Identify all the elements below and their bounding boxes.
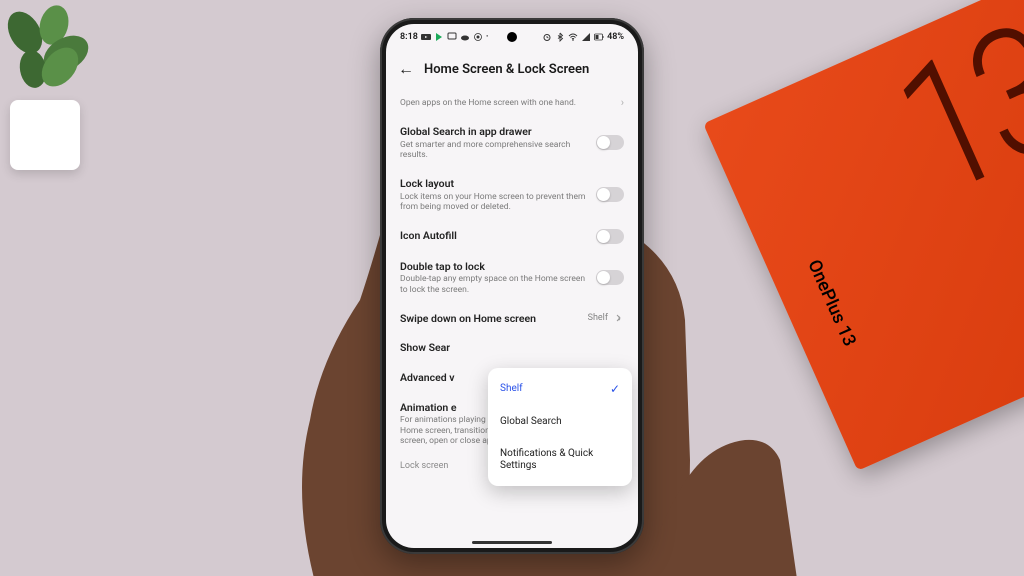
setting-lock-layout[interactable]: Lock layout Lock items on your Home scre… <box>400 169 624 221</box>
dropdown-option-label: Shelf <box>500 383 523 395</box>
youtube-icon <box>421 32 431 42</box>
setting-swipe-down[interactable]: Swipe down on Home screen Shelf <box>400 304 624 334</box>
status-battery: 48% <box>607 32 624 42</box>
chevron-right-icon: › <box>621 96 624 109</box>
setting-one-handed[interactable]: Open apps on the Home screen with one ha… <box>400 88 624 117</box>
signal-icon <box>581 32 591 42</box>
setting-show-search[interactable]: Show Sear <box>400 333 624 363</box>
wifi-icon <box>568 32 578 42</box>
play-store-icon <box>434 32 444 42</box>
dropdown-option-label: Global Search <box>500 416 562 428</box>
setting-icon-autofill[interactable]: Icon Autofill <box>400 221 624 252</box>
setting-title: Double tap to lock <box>400 260 590 274</box>
phone-frame: 8:18 · 48% ← Home Screen & Lock Screen <box>380 18 644 554</box>
settings-header: ← Home Screen & Lock Screen <box>386 50 638 88</box>
box-number: 13 <box>883 14 1024 208</box>
thumb-shape <box>640 440 800 576</box>
setting-title: Global Search in app drawer <box>400 125 590 139</box>
dropdown-icon <box>614 313 624 323</box>
dropdown-option-global-search[interactable]: Global Search <box>488 406 632 438</box>
cast-icon <box>447 32 457 42</box>
bluetooth-icon <box>555 32 565 42</box>
box-brand: OnePlus 13 <box>803 257 860 350</box>
dropdown-option-shelf[interactable]: Shelf ✓ <box>488 372 632 406</box>
setting-global-search[interactable]: Global Search in app drawer Get smarter … <box>400 117 624 169</box>
back-icon[interactable]: ← <box>398 61 414 77</box>
hotspot-icon <box>473 32 483 42</box>
check-icon: ✓ <box>610 382 620 396</box>
setting-desc: Open apps on the Home screen with one ha… <box>400 98 615 109</box>
toggle-switch[interactable] <box>596 270 624 285</box>
dropdown-option-notifications[interactable]: Notifications & Quick Settings <box>488 438 632 482</box>
setting-value: Shelf <box>588 313 608 323</box>
setting-double-tap-lock[interactable]: Double tap to lock Double-tap any empty … <box>400 252 624 304</box>
status-dot: · <box>486 32 489 42</box>
status-time: 8:18 <box>400 32 418 42</box>
swipe-down-dropdown: Shelf ✓ Global Search Notifications & Qu… <box>488 368 632 486</box>
setting-desc: Double-tap any empty space on the Home s… <box>400 274 590 295</box>
setting-title: Swipe down on Home screen <box>400 312 582 326</box>
cloud-icon <box>460 32 470 42</box>
page-title: Home Screen & Lock Screen <box>424 62 589 77</box>
phone-screen: 8:18 · 48% ← Home Screen & Lock Screen <box>386 24 638 548</box>
setting-title: Lock layout <box>400 177 590 191</box>
toggle-switch[interactable] <box>596 187 624 202</box>
battery-icon <box>594 32 604 42</box>
setting-title: Show Sear <box>400 341 624 355</box>
toggle-switch[interactable] <box>596 135 624 150</box>
dropdown-option-label: Notifications & Quick Settings <box>500 448 620 472</box>
plant-decor <box>0 0 120 170</box>
home-indicator[interactable] <box>472 541 552 544</box>
front-camera <box>507 32 517 42</box>
setting-title: Icon Autofill <box>400 229 590 243</box>
alarm-icon <box>542 32 552 42</box>
toggle-switch[interactable] <box>596 229 624 244</box>
setting-desc: Get smarter and more comprehensive searc… <box>400 140 590 161</box>
setting-desc: Lock items on your Home screen to preven… <box>400 192 590 213</box>
